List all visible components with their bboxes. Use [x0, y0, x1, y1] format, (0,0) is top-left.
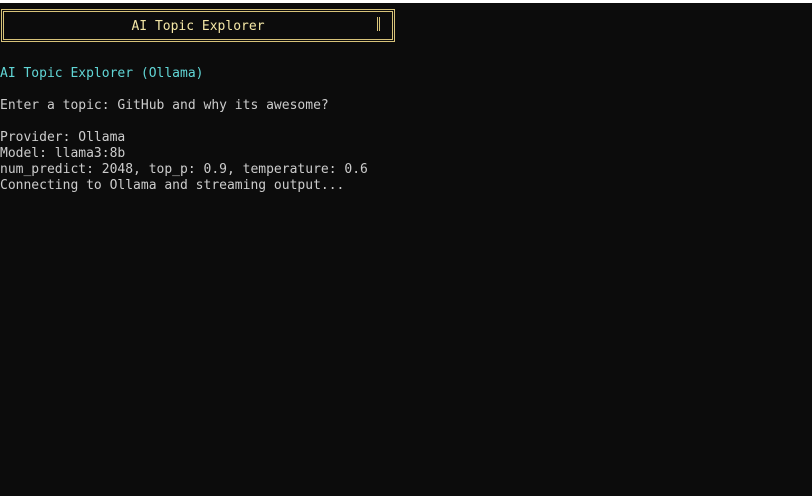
window-top-edge: [0, 0, 812, 3]
status-line: Connecting to Ollama and streaming outpu…: [0, 178, 345, 193]
provider-line: Provider: Ollama: [0, 130, 126, 145]
model-line: Model: llama3:8b: [0, 146, 126, 161]
banner-title: AI Topic Explorer: [131, 19, 265, 34]
banner-cursor-mark: [377, 17, 380, 31]
parameters-line: num_predict: 2048, top_p: 0.9, temperatu…: [0, 162, 368, 177]
topic-prompt-line: Enter a topic: GitHub and why its awesom…: [0, 98, 329, 113]
console-heading: AI Topic Explorer (Ollama): [0, 66, 204, 81]
title-banner: AI Topic Explorer: [1, 9, 395, 42]
